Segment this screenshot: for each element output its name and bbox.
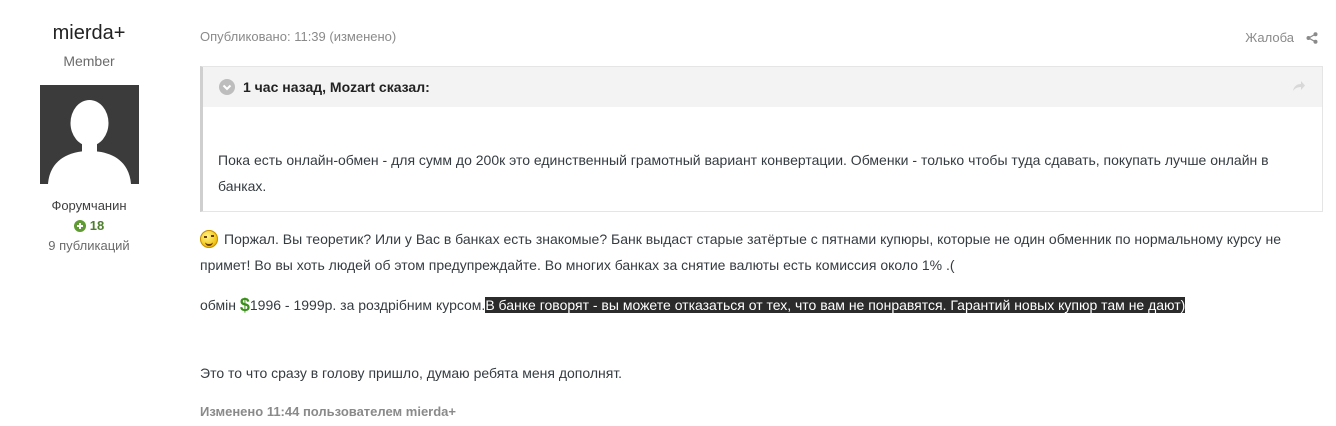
paragraph-text: Это то что сразу в голову пришло, думаю … [200,365,623,381]
post-content: Поржал. Вы теоретик? Или у Вас в банках … [200,226,1318,381]
paragraph-prefix: обмін [200,297,240,313]
member-rank: Форумчанин [51,198,127,213]
avatar[interactable] [40,85,139,184]
edited-note: Изменено 11:44 пользователем mierda+ [200,404,457,419]
quote-block: 1 час назад, Mozart сказал: Пока есть он… [200,66,1323,212]
reputation-badge: 18 [0,218,178,233]
quote-citation[interactable]: 1 час назад, Mozart сказал: [243,79,430,95]
reputation-value: 18 [89,218,105,233]
author-group: Member [63,53,115,69]
quote-text: Пока есть онлайн-обмен - для сумм до 200… [218,152,1269,194]
plus-circle-icon [73,219,86,232]
post-actions: Жалоба [1245,30,1318,45]
default-avatar-icon [40,85,139,184]
post-paragraph: Поржал. Вы теоретик? Или у Вас в банках … [200,226,1318,278]
author-name-link[interactable]: mierda+ [0,22,178,45]
paragraph-text: Поржал. Вы теоретик? Или у Вас в банках … [200,231,1282,273]
share-arrow-icon[interactable] [1292,79,1306,93]
post-timestamp[interactable]: Опубликовано: 11:39 (изменено) [200,29,396,44]
share-icon[interactable] [1306,31,1318,44]
selected-text: В банке говорят - вы можете отказаться о… [485,297,1186,313]
paragraph-text: 1996 - 1999р. за роздрібним курсом. [249,297,486,313]
post-paragraph: Это то что сразу в голову пришло, думаю … [200,360,1318,386]
post-count: 9 публикаций [48,238,130,253]
dollar-icon: $ [239,295,250,315]
chevron-down-icon[interactable] [219,79,235,95]
report-link[interactable]: Жалоба [1245,30,1294,45]
post-paragraph: обмін $1996 - 1999р. за роздрібним курсо… [200,292,1318,318]
quote-header: 1 час назад, Mozart сказал: [203,67,1322,107]
smiley-icon [200,230,218,248]
